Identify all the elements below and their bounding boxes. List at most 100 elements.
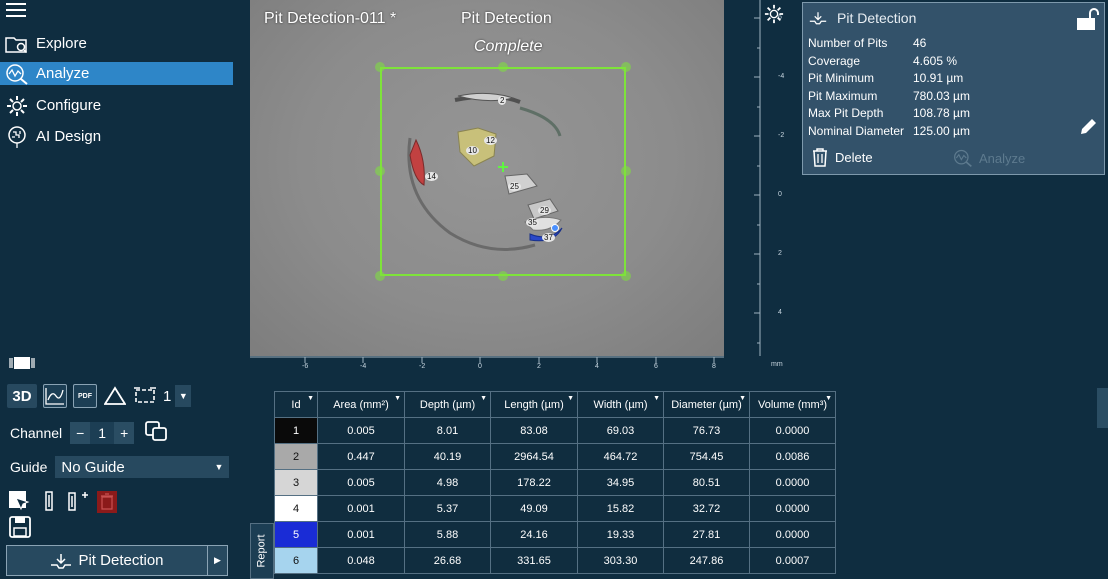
table-row[interactable]: 2 0.447 40.19 2964.54 464.72 754.45 0.0086 [274,443,836,470]
table-cell: 69.03 [577,417,664,444]
channel-overlay-button[interactable] [144,420,168,445]
nav-label-configure: Configure [36,97,102,114]
table-cell: 0.0000 [749,495,836,522]
column-header-width[interactable]: Width (µm) ▼ [577,391,664,418]
roi-handle[interactable] [375,166,385,176]
pit-id-cell[interactable]: 6 [274,547,318,574]
table-scrollbar[interactable] [1097,388,1108,428]
column-header-depth[interactable]: Depth (µm) ▼ [404,391,491,418]
pit-detection-icon [809,12,827,25]
ai-brain-icon [4,125,30,148]
ruler-unit: mm [771,361,783,368]
recipe-button[interactable]: Pit Detection ▶ [6,545,228,576]
lock-toggle-button[interactable] [1075,7,1099,36]
roi-handle[interactable] [621,166,631,176]
roi-handle[interactable] [621,62,631,72]
table-cell: 0.001 [317,495,405,522]
roi-handle[interactable] [375,62,385,72]
profile-chart-button[interactable] [43,384,67,408]
recipe-menu-arrow[interactable]: ▶ [207,546,227,575]
result-key: Nominal Diameter [808,124,905,138]
sort-filter-icon[interactable]: ▼ [307,395,314,402]
y-tick: 0 [778,191,782,198]
view-3d-button[interactable]: 3D [7,384,37,408]
roi-handle[interactable] [498,62,508,72]
table-row[interactable]: 5 0.001 5.88 24.16 19.33 27.81 0.0000 [274,521,836,548]
result-key: Pit Minimum [808,71,875,85]
column-header-length[interactable]: Length (µm) ▼ [490,391,578,418]
roi-rectangle[interactable] [380,67,626,276]
column-header-diameter[interactable]: Diameter (µm) ▼ [663,391,750,418]
x-tick: -6 [302,363,309,370]
report-tab[interactable]: Report [250,523,274,579]
delete-button[interactable]: Delete [811,147,873,167]
nav-item-explore[interactable]: Explore [0,32,233,55]
table-cell: 0.005 [317,417,405,444]
table-cell: 8.01 [404,417,491,444]
sort-filter-icon[interactable]: ▼ [825,395,832,402]
channel-increment-button[interactable]: + [114,421,135,444]
table-cell: 80.51 [663,469,750,496]
column-tool-button[interactable] [38,490,60,517]
results-table: Id ▼ Area (mm²) ▼ Depth (µm) ▼ Length (µm) ▼… [274,391,836,574]
sort-filter-icon[interactable]: ▼ [567,395,574,402]
pit-id-cell[interactable]: 2 [274,443,318,470]
table-cell: 303.30 [577,547,664,574]
image-viewer[interactable]: 2 12 10 14 25 29 35 37 Pit Detection-011… [250,0,724,356]
delete-region-button[interactable] [96,490,118,519]
table-row[interactable]: 3 0.005 4.98 178.22 34.95 80.51 0.0000 [274,469,836,496]
result-value: 125.00 µm [913,124,970,138]
channel-control: Channel − 1 + [10,420,168,445]
table-cell: 331.65 [490,547,578,574]
table-cell: 19.33 [577,521,664,548]
pit-id-cell[interactable]: 4 [274,495,318,522]
selection-rect-icon [134,387,156,403]
table-row[interactable]: 4 0.001 5.37 49.09 15.82 32.72 0.0000 [274,495,836,522]
nav-item-configure[interactable]: Configure [0,94,233,117]
column-header-volume[interactable]: Volume (mm³) ▼ [749,391,836,418]
selection-box-button[interactable] [133,384,157,408]
guide-select[interactable]: No Guide ▼ [55,456,230,478]
analyze-button[interactable]: Analyze [953,148,1025,168]
roi-handle[interactable] [621,271,631,281]
table-row[interactable]: 1 0.005 8.01 83.08 69.03 76.73 0.0000 [274,417,836,444]
add-column-button[interactable] [66,490,90,517]
hamburger-menu-icon[interactable] [6,3,26,19]
channel-decrement-button[interactable]: − [70,421,91,444]
results-table-area: Report Id ▼ Area (mm²) ▼ Depth (µm) ▼ Lengt… [250,388,1108,579]
folder-explore-icon [4,33,30,55]
select-region-button[interactable] [8,490,30,517]
nav-label-analyze: Analyze [36,65,90,82]
view-settings-button[interactable] [764,4,784,29]
chevron-down-icon: ▼ [214,462,224,472]
roi-handle[interactable] [375,271,385,281]
column-header-id[interactable]: Id ▼ [274,391,318,418]
pit-id-cell[interactable]: 5 [274,521,318,548]
channel-stepper[interactable]: − 1 + [70,421,135,444]
nav-item-ai-design[interactable]: AI Design [0,125,233,148]
pdf-export-button[interactable]: PDF [73,384,97,408]
run-recipe-button[interactable]: Pit Detection [7,552,207,569]
chevron-down-icon: ▼ [175,385,192,407]
x-tick: 2 [537,363,541,370]
table-cell: 0.0000 [749,469,836,496]
guide-value: No Guide [61,458,125,476]
sort-filter-icon[interactable]: ▼ [480,395,487,402]
trash-icon [97,491,117,513]
sort-filter-icon[interactable]: ▼ [653,395,660,402]
table-row[interactable]: 6 0.048 26.68 331.65 303.30 247.86 0.0007 [274,547,836,574]
column-header-area[interactable]: Area (mm²) ▼ [317,391,405,418]
sort-filter-icon[interactable]: ▼ [739,395,746,402]
nav-label-explore: Explore [36,35,87,52]
table-cell: 0.0007 [749,547,836,574]
layer-dropdown[interactable]: 1 ▼ [163,385,192,407]
nav-item-analyze[interactable]: Analyze [0,62,233,85]
film-strip-icon[interactable] [9,356,35,375]
pit-id-cell[interactable]: 1 [274,417,318,444]
pit-id-cell[interactable]: 3 [274,469,318,496]
triangle-measure-button[interactable] [103,384,127,408]
roi-handle[interactable] [498,271,508,281]
sort-filter-icon[interactable]: ▼ [394,395,401,402]
save-button[interactable] [8,516,32,543]
edit-button[interactable] [1078,117,1098,142]
